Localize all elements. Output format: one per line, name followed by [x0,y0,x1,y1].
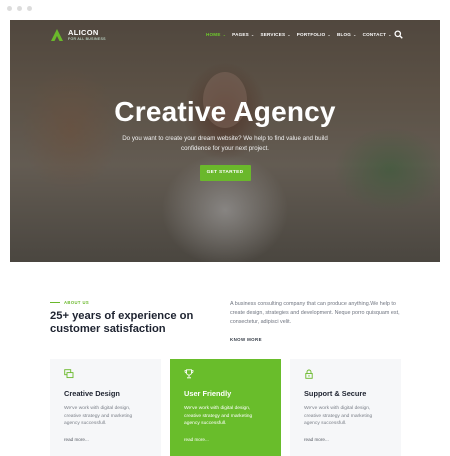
menu-item-blog[interactable]: BLOG ⌄ [337,32,363,37]
chevron-down-icon: ⌄ [353,32,357,37]
feature-cards: Creative Design We've work with digital … [50,359,401,456]
chevron-down-icon: ⌄ [388,32,392,37]
menu-label: BLOG [336,32,352,37]
chevron-down-icon: ⌄ [327,32,331,37]
menu-label: PAGES [232,32,249,37]
card-title: User Friendly [184,389,232,398]
menu-label: CONTACT [362,32,387,37]
eyebrow-divider [50,302,60,303]
window-controls [7,6,32,11]
get-started-button[interactable]: GET STARTED [199,165,251,181]
read-more-link[interactable]: read more... [304,437,329,442]
menu-label: HOME [206,32,221,37]
layers-icon [64,369,74,379]
page-frame: ALICON FOR ALL BUSINESS HOME ⌄ PAGES ⌄ S… [10,20,440,456]
about-eyebrow: ABOUT US [50,300,89,305]
window-dot [27,6,32,11]
logo-mark-icon [50,28,64,42]
menu-label: SERVICES [260,32,286,37]
lock-icon [304,369,314,379]
brand-name: ALICON [68,28,99,37]
eyebrow-label: ABOUT US [64,300,90,305]
menu-item-contact[interactable]: CONTACT ⌄ [363,32,398,37]
card-text: We've work with digital design, creative… [304,406,373,427]
know-more-link[interactable]: KNOW MORE [230,337,262,342]
trophy-icon [184,369,194,379]
hero-title: Creative Agency [114,96,336,127]
card-creative-design: Creative Design We've work with digital … [50,359,161,456]
hero-description: Do you want to create your dream website… [122,135,328,152]
window-dot [7,6,12,11]
menu-item-services[interactable]: SERVICES ⌄ [260,32,296,37]
chevron-down-icon: ⌄ [222,32,227,37]
card-text: We've work with digital design, creative… [64,406,133,427]
menu-item-portfolio[interactable]: PORTFOLIO ⌄ [297,32,337,37]
brand-tagline: FOR ALL BUSINESS [68,36,106,41]
about-text: A business consulting company that can p… [230,301,400,325]
navbar: ALICON FOR ALL BUSINESS HOME ⌄ PAGES ⌄ S… [10,20,440,52]
card-title: Support & Secure [304,389,367,398]
search-icon[interactable] [394,30,403,39]
read-more-link[interactable]: read more... [184,437,209,442]
menu-item-pages[interactable]: PAGES ⌄ [232,32,260,37]
brand-logo[interactable]: ALICON FOR ALL BUSINESS [50,28,106,42]
main-menu: HOME ⌄ PAGES ⌄ SERVICES ⌄ PORTFOLIO ⌄ BL… [206,32,398,37]
hero-section: ALICON FOR ALL BUSINESS HOME ⌄ PAGES ⌄ S… [10,20,440,262]
card-title: Creative Design [64,389,120,398]
chevron-down-icon: ⌄ [250,32,255,37]
hero-content: Creative Agency Do you want to create yo… [10,98,440,181]
about-title: 25+ years of experience on customer sati… [50,310,194,335]
window-dot [17,6,22,11]
menu-item-home[interactable]: HOME ⌄ [206,32,232,37]
card-support-secure: Support & Secure We've work with digital… [290,359,401,456]
read-more-link[interactable]: read more... [64,437,89,442]
chevron-down-icon: ⌄ [287,32,291,37]
card-user-friendly: User Friendly We've work with digital de… [170,359,281,456]
card-text: We've work with digital design, creative… [184,406,253,427]
menu-label: PORTFOLIO [296,32,326,37]
